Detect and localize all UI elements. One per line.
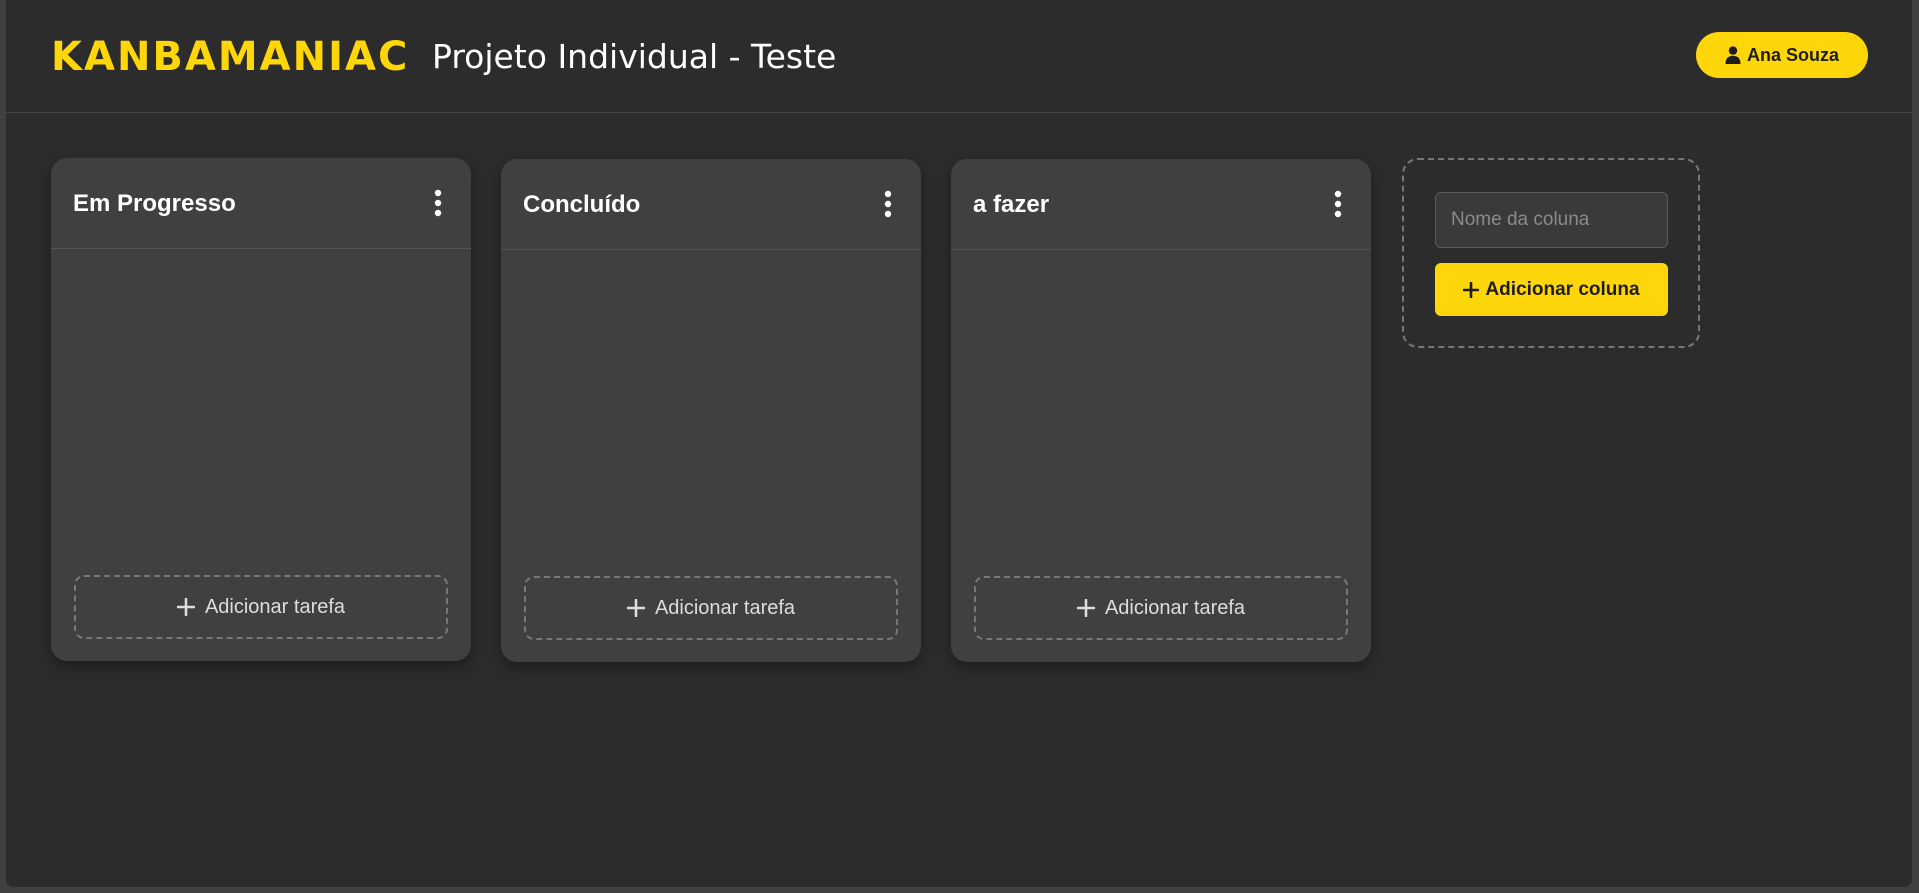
column-header[interactable]: a fazer — [951, 159, 1371, 250]
plus-icon — [626, 599, 645, 617]
kebab-menu-icon[interactable] — [1329, 189, 1347, 219]
project-title: Projeto Individual - Teste — [432, 37, 837, 76]
add-column-panel: Adicionar coluna — [1402, 158, 1700, 348]
user-menu-button[interactable]: Ana Souza — [1696, 32, 1868, 78]
column-title: Concluído — [523, 191, 641, 218]
column-title: Em Progresso — [73, 190, 236, 217]
board-column-em-progresso: Em Progresso Adicionar tarefa — [51, 158, 471, 661]
add-task-button[interactable]: Adicionar tarefa — [74, 575, 448, 639]
app-logo[interactable]: KANBAMANIAC — [51, 33, 409, 81]
board-column-a-fazer: a fazer Adicionar tarefa — [951, 159, 1371, 662]
add-task-button[interactable]: Adicionar tarefa — [974, 576, 1348, 640]
kanban-board-app: KANBAMANIAC Projeto Individual - Teste A… — [6, 0, 1912, 887]
top-header: KANBAMANIAC Projeto Individual - Teste A… — [6, 0, 1912, 113]
add-task-label: Adicionar tarefa — [204, 595, 346, 618]
plus-icon — [176, 598, 195, 616]
add-task-button[interactable]: Adicionar tarefa — [524, 576, 898, 640]
plus-icon — [1076, 599, 1095, 617]
add-task-label: Adicionar tarefa — [1104, 596, 1246, 619]
add-column-label: Adicionar coluna — [1485, 278, 1640, 300]
column-header[interactable]: Em Progresso — [51, 158, 471, 249]
user-name: Ana Souza — [1746, 44, 1839, 65]
board-column-concluido: Concluído Adicionar tarefa — [501, 159, 921, 662]
add-task-label: Adicionar tarefa — [654, 596, 796, 619]
kebab-menu-icon[interactable] — [879, 189, 897, 219]
plus-icon — [1463, 281, 1480, 298]
add-column-button[interactable]: Adicionar coluna — [1435, 263, 1668, 316]
kebab-menu-icon[interactable] — [429, 188, 447, 218]
user-icon — [1725, 46, 1741, 64]
column-name-input[interactable] — [1435, 192, 1668, 248]
column-title: a fazer — [973, 191, 1050, 218]
column-header[interactable]: Concluído — [501, 159, 921, 250]
